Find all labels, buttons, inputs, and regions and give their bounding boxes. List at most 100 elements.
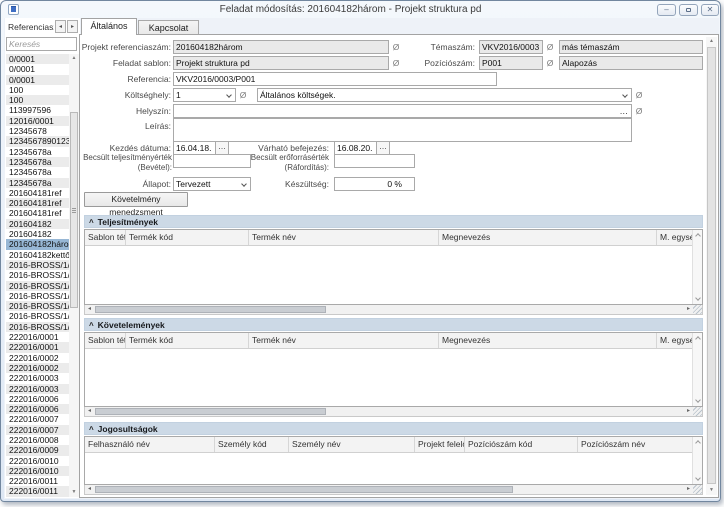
list-item[interactable]: 222016/0001 xyxy=(6,342,69,352)
column-header[interactable]: Sablon tétel xyxy=(85,333,126,349)
kovetelmeny-menedzsment-button[interactable]: Követelmény menedzsment xyxy=(84,192,188,207)
collapse-icon[interactable]: ^ xyxy=(89,425,94,434)
list-item[interactable]: 222016/0003 xyxy=(6,384,69,394)
list-item[interactable]: 0/0001 xyxy=(6,64,69,74)
list-item[interactable]: 222016/0011 xyxy=(6,486,69,496)
section-header[interactable]: ^Teljesítmények xyxy=(84,215,703,228)
leiras-textarea[interactable] xyxy=(173,118,632,142)
column-header[interactable]: M. egység xyxy=(657,230,692,246)
table-body[interactable] xyxy=(85,246,702,304)
scroll-left-icon[interactable]: ◂ xyxy=(85,305,94,314)
tab-kapcsolat[interactable]: Kapcsolat xyxy=(138,20,199,35)
column-header[interactable]: Termék kód xyxy=(126,333,249,349)
scroll-right-icon[interactable]: ▸ xyxy=(684,485,693,494)
scroll-up-icon[interactable] xyxy=(695,440,701,446)
column-header[interactable]: M. egység xyxy=(657,333,692,349)
attachment-icon[interactable]: Ø xyxy=(634,88,644,102)
table-hscrollbar[interactable]: ◂ ▸ xyxy=(84,485,703,495)
list-item[interactable]: 201604181ref xyxy=(6,198,69,208)
list-item[interactable]: 12345678a xyxy=(6,157,69,167)
list-item[interactable]: 100 xyxy=(6,95,69,105)
date-picker-button[interactable]: … xyxy=(376,142,389,154)
column-header[interactable]: Sablon tétel xyxy=(85,230,126,246)
table-vscrollbar[interactable] xyxy=(692,333,702,406)
attachment-icon[interactable]: Ø xyxy=(238,88,248,102)
list-item[interactable]: 201604181ref xyxy=(6,188,69,198)
chevron-down-icon[interactable] xyxy=(226,92,232,98)
attachment-icon[interactable]: Ø xyxy=(634,104,644,118)
list-item[interactable]: 222016/0010 xyxy=(6,466,69,476)
scroll-down-icon[interactable]: ▼ xyxy=(706,486,717,495)
list-item[interactable]: 222016/0009 xyxy=(6,445,69,455)
list-item[interactable]: 12345678a xyxy=(6,178,69,188)
table-hscrollbar[interactable]: ◂ ▸ xyxy=(84,407,703,417)
chevron-down-icon[interactable] xyxy=(622,92,628,98)
list-item[interactable]: 222016/0006 xyxy=(6,404,69,414)
list-item[interactable]: 201604182 xyxy=(6,219,69,229)
attachment-icon[interactable]: Ø xyxy=(545,56,555,70)
attachment-icon[interactable]: Ø xyxy=(545,40,555,54)
column-header[interactable]: Felhasználó név xyxy=(85,437,215,453)
table-vscrollbar[interactable] xyxy=(692,230,702,304)
sidebar-scrollbar[interactable]: ▲ ▼ xyxy=(69,54,79,497)
list-item[interactable]: 222016/0007 xyxy=(6,425,69,435)
list-item[interactable]: 222016/0011 xyxy=(6,476,69,486)
scroll-up-icon[interactable] xyxy=(695,233,701,239)
list-item[interactable]: 12345678a xyxy=(6,147,69,157)
list-item[interactable]: 222016/0002 xyxy=(6,353,69,363)
scroll-up-icon[interactable]: ▲ xyxy=(69,54,79,63)
list-item[interactable]: 12345678a xyxy=(6,167,69,177)
date-picker-button[interactable]: … xyxy=(215,142,228,154)
table-body[interactable] xyxy=(85,453,702,484)
hscroll-thumb[interactable] xyxy=(95,408,326,415)
scroll-up-icon[interactable] xyxy=(695,336,701,342)
tab-altalanos[interactable]: Általános xyxy=(81,18,137,35)
list-item[interactable]: 2016-BROSS/1/Pr xyxy=(6,260,69,270)
browse-icon[interactable]: … xyxy=(620,105,629,117)
projekt-ref-field[interactable]: 201604182három xyxy=(173,40,389,54)
list-item[interactable]: 222016/0006 xyxy=(6,394,69,404)
column-header[interactable]: Személy név xyxy=(289,437,415,453)
list-item[interactable]: 201604182kettő xyxy=(6,250,69,260)
list-item[interactable]: 222016/0007 xyxy=(6,414,69,424)
table-hscrollbar[interactable]: ◂ ▸ xyxy=(84,305,703,315)
column-header[interactable]: Projekt felelős xyxy=(415,437,465,453)
nav-prev-button[interactable]: ◂ xyxy=(55,20,66,33)
list-item[interactable]: 12016/0001 xyxy=(6,116,69,126)
koltseghely-name-combo[interactable]: Általános költségek. xyxy=(257,88,632,102)
resize-grip[interactable] xyxy=(693,407,702,416)
resize-grip[interactable] xyxy=(693,305,702,314)
column-header[interactable]: Pozíciószám kód xyxy=(465,437,578,453)
column-header[interactable]: Megnevezés xyxy=(439,333,657,349)
hscroll-thumb[interactable] xyxy=(95,306,326,313)
column-header[interactable]: Termék név xyxy=(249,230,439,246)
list-item[interactable]: 113997596 xyxy=(6,105,69,115)
section-header[interactable]: ^Jogosultságok xyxy=(84,422,703,435)
scroll-down-icon[interactable] xyxy=(695,397,701,403)
koltseghely-code-combo[interactable]: 1 xyxy=(173,88,236,102)
close-button[interactable]: ✕ xyxy=(701,4,719,16)
list-item[interactable]: 0/0001 xyxy=(6,75,69,85)
list-item[interactable]: 2016-BROSS/1/Pr xyxy=(6,281,69,291)
scroll-down-icon[interactable]: ▼ xyxy=(69,488,79,497)
list-item[interactable]: 201604181ref xyxy=(6,208,69,218)
pozicioszam-field[interactable]: P001 xyxy=(479,56,543,70)
scroll-right-icon[interactable]: ▸ xyxy=(684,407,693,416)
list-item[interactable]: 123456789012345 xyxy=(6,136,69,146)
referencia-field[interactable]: VKV2016/0003/P001 xyxy=(173,72,497,86)
table-body[interactable] xyxy=(85,349,702,406)
column-header[interactable]: Termék kód xyxy=(126,230,249,246)
resize-grip[interactable] xyxy=(693,485,702,494)
list-item[interactable]: 222016/0003 xyxy=(6,373,69,383)
list-item[interactable]: 222016/0002 xyxy=(6,363,69,373)
becsult-ero-field[interactable] xyxy=(334,154,415,168)
collapse-icon[interactable]: ^ xyxy=(89,218,94,227)
sidebar-scroll-thumb[interactable] xyxy=(70,112,78,308)
list-item[interactable]: 201604182három xyxy=(6,239,69,249)
table-vscrollbar[interactable] xyxy=(692,437,702,484)
maximize-button[interactable] xyxy=(679,4,698,16)
list-item[interactable]: 2016-BROSS/1/Pr xyxy=(6,301,69,311)
keszultseg-field[interactable]: 0 % xyxy=(334,177,415,191)
helyszin-field[interactable]: … xyxy=(173,104,632,118)
scroll-left-icon[interactable]: ◂ xyxy=(85,407,94,416)
